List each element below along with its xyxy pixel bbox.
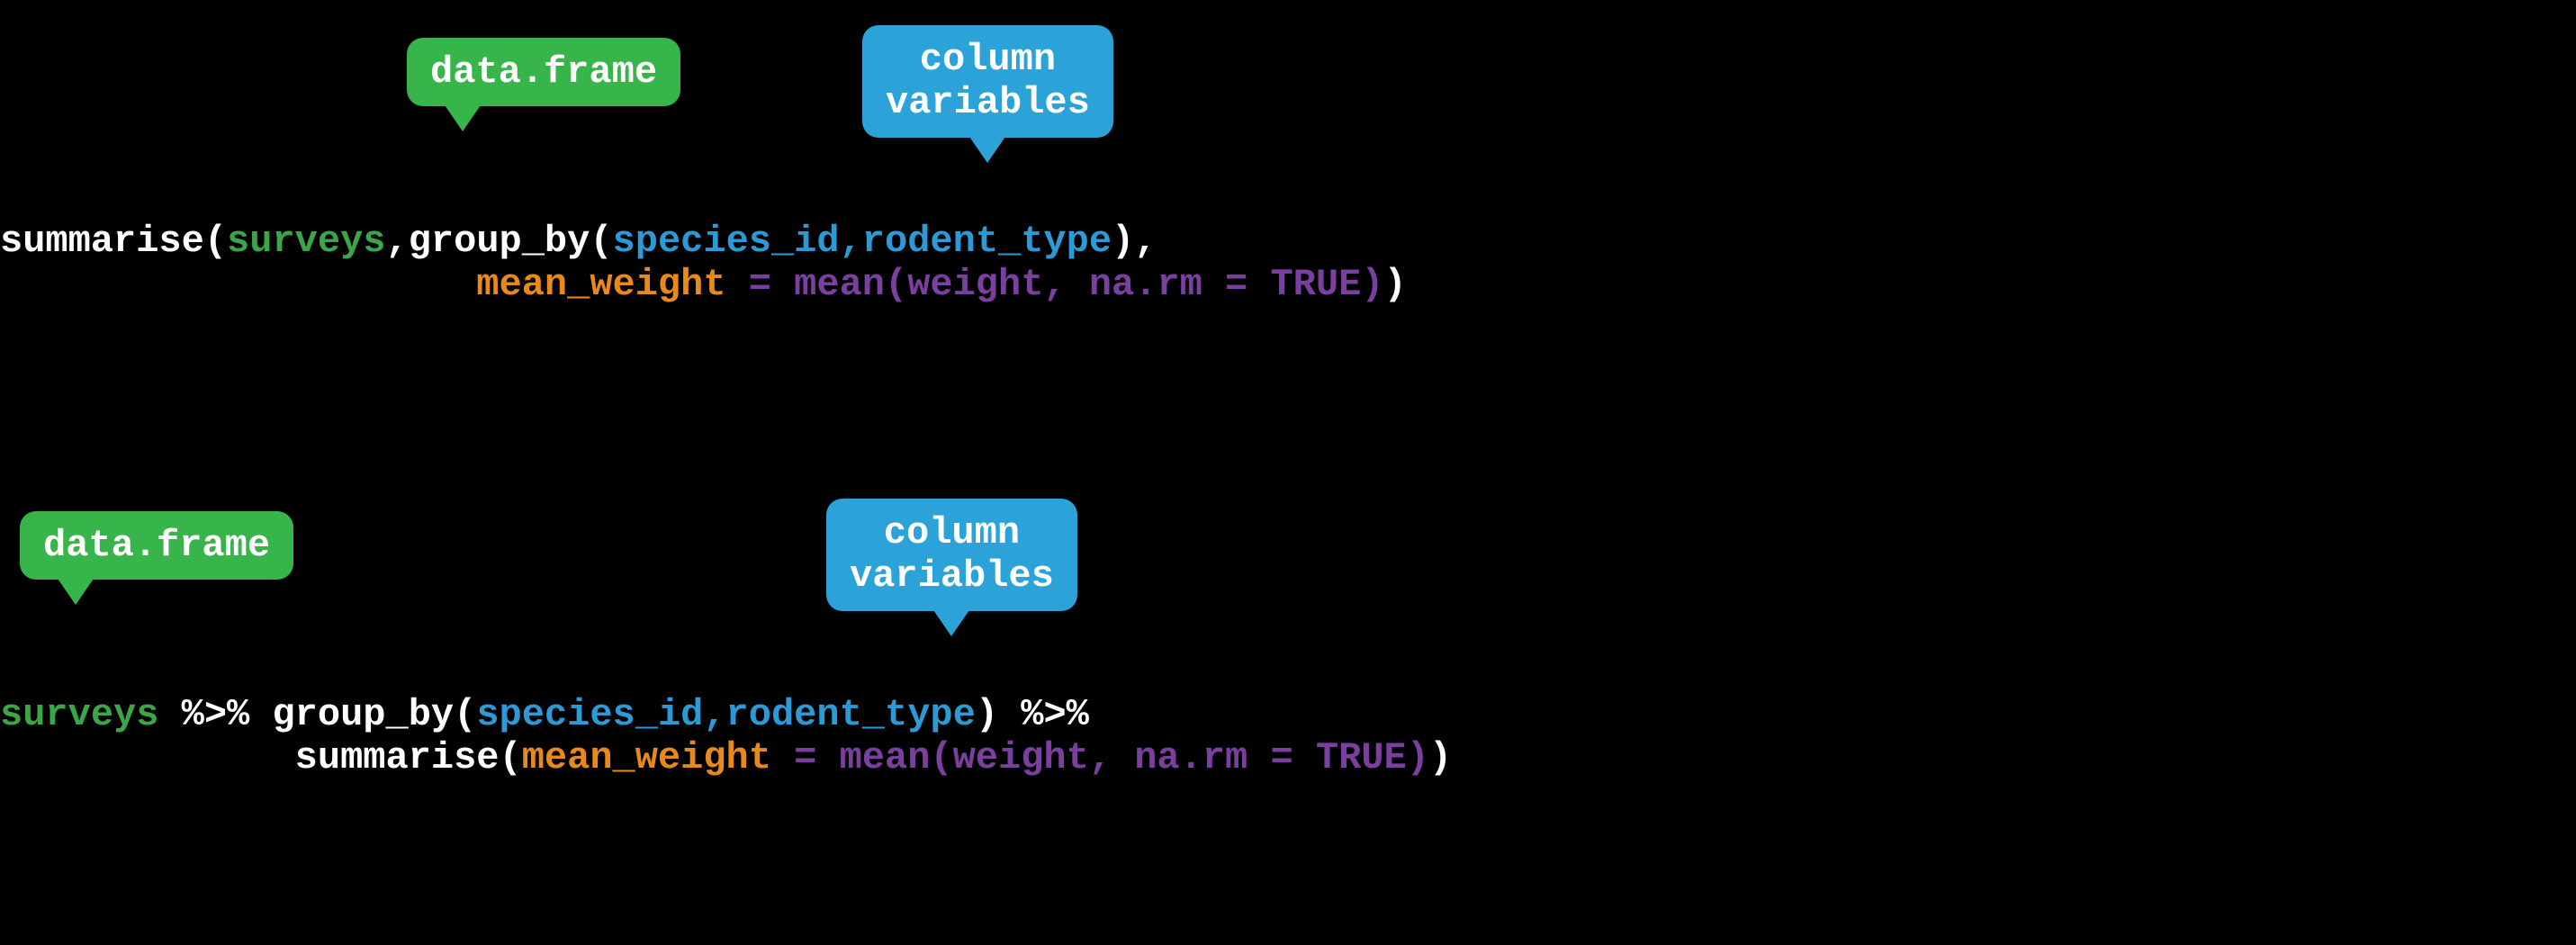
bubble-columns-2: column variables [826,499,1077,611]
bubble-text-line1: column [920,38,1056,81]
paren-close: ) [1429,736,1452,779]
bubble-text-line1: column [884,511,1020,554]
dataframe-name: surveys [0,693,158,736]
bubble-text: data.frame [43,524,270,567]
new-column-name: mean_weight [522,736,771,779]
bubble-text-line2: variables [886,81,1090,124]
column-names: species_id,rodent_type [476,693,976,736]
bubble-dataframe-2: data.frame [20,511,293,580]
bubble-dataframe-1: data.frame [407,38,680,106]
paren-close: ) [1383,263,1406,306]
assign-op: = [726,263,795,306]
paren-close: ) [1112,220,1134,263]
expression: mean(weight, na.rm = TRUE) [794,263,1383,306]
speech-tail-icon [443,103,482,131]
bubble-text-line2: variables [850,554,1054,598]
bubble-columns-1: column variables [862,25,1113,138]
speech-tail-icon [968,134,1007,163]
trailing-comma: , [1134,220,1157,263]
func-summarise: summarise( [0,220,227,263]
separator: , [385,220,408,263]
code-block-2: surveys %>% group_by(species_id,rodent_t… [0,693,1452,779]
pipe-op: %>% [158,693,272,736]
func-groupby: group_by( [272,693,476,736]
speech-tail-icon [932,608,971,636]
new-column-name: mean_weight [476,263,725,306]
paren-close: ) [976,693,998,736]
column-names: species_id,rodent_type [613,220,1112,263]
code-block-1: summarise(surveys,group_by(species_id,ro… [0,220,1407,306]
expression: mean(weight, na.rm = TRUE) [840,736,1429,779]
bubble-text: data.frame [430,50,657,94]
dataframe-name: surveys [227,220,385,263]
pipe-op: %>% [998,693,1089,736]
func-summarise: summarise( [295,736,522,779]
assign-op: = [771,736,840,779]
func-groupby: group_by( [409,220,613,263]
speech-tail-icon [56,576,95,605]
